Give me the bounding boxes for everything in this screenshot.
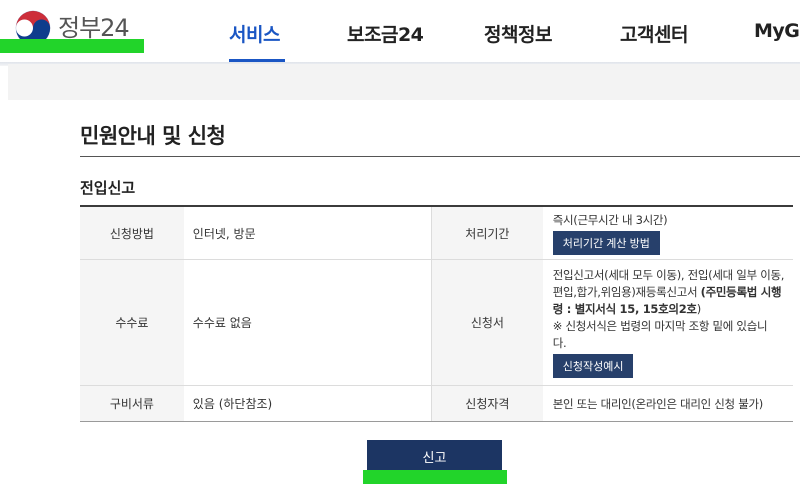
section-title: 전입신고 [80,179,136,197]
eligibility-text: 본인 또는 대리인(온라인은 대리인 신청 불가) [552,396,764,411]
form-example-button[interactable]: 신청작성예시 [552,354,634,378]
fee-label: 수수료 [80,260,184,385]
table-row: 구비서류 있음 (하단참조) 신청자격 본인 또는 대리인(온라인은 대리인 신… [80,386,793,421]
form-line-2-bold: (주민등록법 시행 [700,285,782,299]
period-cell: 즉시(근무시간 내 3시간) 처리기간 계산 방법 [543,207,793,259]
nav-item-mygov[interactable]: MyG [754,20,800,42]
period-value: 즉시(근무시간 내 3시간) [552,212,668,227]
method-label: 신청방법 [80,207,184,259]
submit-highlight [363,470,507,484]
main-navigation: 서비스 보조금24 정책정보 고객센터 MyG [0,0,800,63]
form-line-2: 편입,합가,위임용)재등록신고서 (주민등록법 시행 [553,284,782,301]
eligibility-value: 본인 또는 대리인(온라인은 대리인 신청 불가) [543,386,793,421]
page-title: 민원안내 및 신청 [80,124,226,148]
form-note-line-2: 다. [552,336,567,350]
nav-item-policy-info[interactable]: 정책정보 [484,20,552,47]
site-header: 정부24 서비스 보조금24 정책정보 고객센터 MyG [0,0,800,63]
form-line-3-bold: 령 : 별지서식 15, 15호의2호 [552,302,697,316]
form-line-2-text: 편입,합가,위임용)재등록신고서 [552,285,701,299]
service-info-table: 신청방법 인터넷, 방문 처리기간 즉시(근무시간 내 3시간) 처리기간 계산… [80,205,793,422]
fee-value: 수수료 없음 [192,316,252,330]
form-line-3-text: ) [696,302,702,316]
nav-item-subsidy24[interactable]: 보조금24 [347,20,424,47]
method-value: 인터넷, 방문 [192,226,256,241]
form-note-line-1: ※ 신청서식은 법령의 마지막 조항 밑에 있습니 [552,319,768,333]
eligibility-label: 신청자격 [431,386,543,421]
table-row: 신청방법 인터넷, 방문 처리기간 즉시(근무시간 내 3시간) 처리기간 계산… [80,207,793,260]
form-label: 신청서 [431,260,543,385]
nav-item-services[interactable]: 서비스 [229,20,280,47]
submit-report-button[interactable]: 신고 [367,440,502,472]
form-line-1: 전입신고서(세대 모두 이동), 전입(세대 일부 이동, [552,268,785,282]
docs-label: 구비서류 [80,386,184,421]
form-line-3: 령 : 별지서식 15, 15호의2호) [553,301,701,318]
table-row: 수수료 수수료 없음 신청서 전입신고서(세대 모두 이동), 전입(세대 일부… [80,260,793,386]
location-band [8,64,800,100]
docs-value: 있음 (하단참조) [192,397,273,411]
period-label: 처리기간 [431,207,543,259]
period-calc-button[interactable]: 처리기간 계산 방법 [552,230,660,255]
nav-item-customer-center[interactable]: 고객센터 [620,20,688,47]
title-divider [80,156,800,157]
form-cell: 전입신고서(세대 모두 이동), 전입(세대 일부 이동, 편입,합가,위임용)… [543,260,793,385]
